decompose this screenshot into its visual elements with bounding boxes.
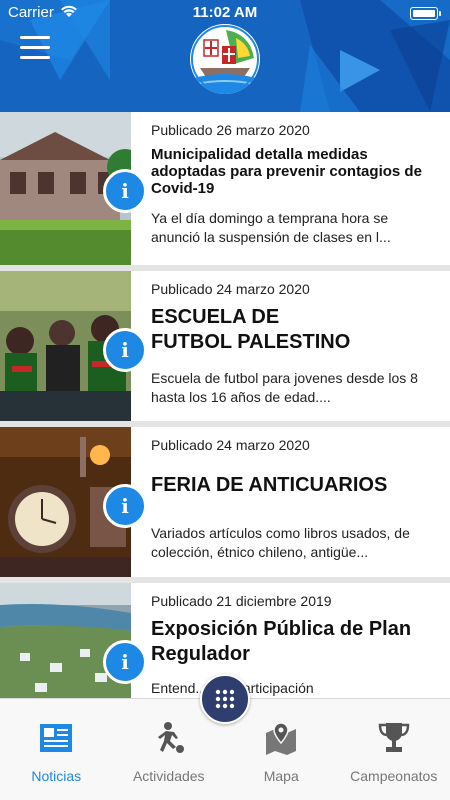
status-bar: Carrier 11:02 AM	[0, 0, 450, 26]
info-icon[interactable]: i	[103, 484, 147, 528]
news-title: FERIA DE ANTICUARIOS	[151, 474, 388, 496]
grid-icon	[215, 689, 235, 709]
news-date: Publicado 24 marzo 2020	[151, 281, 310, 297]
news-description: Variados artículos como libros usados, d…	[151, 525, 410, 560]
info-icon[interactable]: i	[103, 640, 147, 684]
hamburger-menu-icon[interactable]	[20, 36, 50, 60]
tab-noticias[interactable]: Noticias	[0, 699, 113, 800]
trophy-icon	[378, 723, 410, 752]
tab-label: Actividades	[132, 768, 205, 784]
app-header: Carrier 11:02 AM	[0, 0, 450, 112]
news-title: ESCUELA DE FUTBOL PALESTINO	[151, 306, 351, 353]
map-pin-icon	[266, 722, 297, 755]
news-thumbnail	[0, 583, 131, 698]
club-crest-logo[interactable]	[190, 24, 260, 94]
tab-label: Campeonatos	[350, 768, 438, 784]
news-description: Escuela de futbol para jovenes desde los…	[151, 370, 418, 405]
news-item[interactable]: i Publicado 24 marzo 2020 ESCUELA DE FUT…	[0, 265, 450, 421]
running-person-icon	[157, 722, 184, 753]
info-icon[interactable]: i	[103, 169, 147, 213]
news-description: Ya el día domingo a temprana hora se anu…	[151, 210, 391, 245]
newspaper-icon	[40, 724, 73, 752]
tab-label: Noticias	[31, 768, 82, 784]
news-date: Publicado 26 marzo 2020	[151, 122, 310, 138]
tab-label: Mapa	[263, 768, 299, 784]
news-description: Entend... por participación	[151, 680, 314, 696]
grid-menu-button[interactable]	[200, 674, 250, 724]
clock: 11:02 AM	[192, 4, 258, 21]
info-icon[interactable]: i	[103, 328, 147, 372]
news-title: Municipalidad detalla medidas adoptadas …	[151, 146, 422, 197]
tab-campeonatos[interactable]: Campeonatos	[338, 699, 450, 800]
news-item[interactable]: i Publicado 26 marzo 2020 Municipalidad …	[0, 112, 450, 265]
battery-icon	[410, 7, 441, 20]
news-list[interactable]: i Publicado 26 marzo 2020 Municipalidad …	[0, 112, 450, 698]
news-title: Exposición Pública de Plan Regulador	[151, 618, 412, 665]
news-item[interactable]: i Publicado 24 marzo 2020 FERIA DE ANTIC…	[0, 421, 450, 577]
news-date: Publicado 21 diciembre 2019	[151, 593, 332, 609]
news-date: Publicado 24 marzo 2020	[151, 437, 310, 453]
